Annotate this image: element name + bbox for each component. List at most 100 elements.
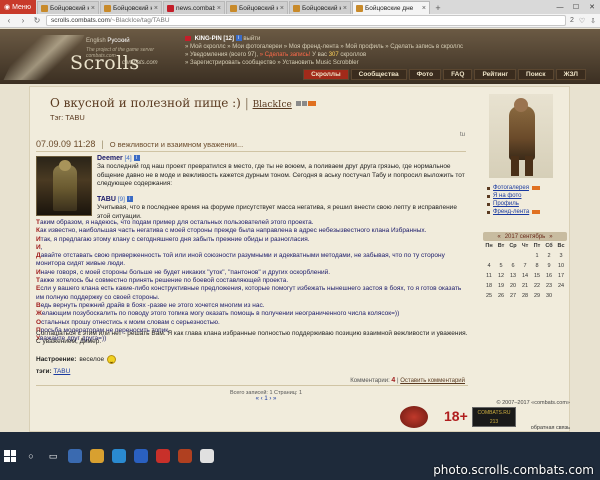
language-switcher: English Русский (86, 38, 130, 44)
quoted-line: Иначе говоря, с моей стороны больше не б… (36, 269, 468, 277)
tag-link[interactable]: TABU (53, 368, 70, 375)
notification-badge[interactable]: 2 (570, 17, 574, 24)
page-links[interactable]: « ‹ 1 › » (226, 396, 306, 402)
folder-icon[interactable] (90, 449, 104, 463)
logout-link[interactable]: выйти (243, 36, 260, 42)
translit-toggle[interactable]: tu (460, 132, 465, 138)
close-tab-icon[interactable]: × (280, 5, 284, 12)
store-icon[interactable] (112, 449, 126, 463)
favicon-icon (356, 4, 363, 12)
maximize-icon[interactable]: ☐ (568, 0, 584, 14)
new-tab-button[interactable]: + (432, 2, 444, 14)
browser-menu-button[interactable]: ◉ Меню (0, 0, 36, 14)
calendar-day (495, 253, 507, 259)
calendar-prev[interactable]: « (497, 234, 500, 240)
profile-icon[interactable] (301, 101, 307, 106)
browser-tab[interactable]: Бойцовский клуб× (100, 1, 162, 14)
register-links[interactable]: » Зарегистрировать сообщество » Установи… (185, 59, 485, 67)
user-links[interactable]: » Мой скроллс » Мои фотогалереи » Моя фр… (185, 43, 485, 51)
blog-content: О вкусной и полезной пище :) | BlackIce … (29, 86, 570, 432)
calendar-day: 11 (486, 273, 492, 279)
opera-icon[interactable] (156, 449, 170, 463)
minimize-icon[interactable]: — (552, 0, 568, 14)
nav-item[interactable]: Поиск (518, 69, 554, 80)
nav-item[interactable]: Фото (408, 69, 442, 80)
quoted-author[interactable]: TABU (97, 196, 116, 203)
quoted-line: И, (36, 244, 468, 252)
info-icon[interactable] (295, 101, 301, 106)
browser-tab[interactable]: Бойцовский клуб× (289, 1, 351, 14)
close-window-icon[interactable]: ✕ (584, 0, 600, 14)
game-client-icon[interactable] (178, 449, 192, 463)
nav-item[interactable]: Скроллы (303, 69, 349, 80)
calendar: « 2017 сентябрь » Пн Вт Ср Чт Пт Сб Вс 1 2 3 4 5 6 7 8… (483, 232, 567, 299)
info-icon[interactable]: i (133, 155, 140, 162)
counter-badge[interactable]: COMBATS.RU 213 (472, 407, 516, 427)
calendar-day: 1 (535, 253, 539, 259)
close-tab-icon[interactable]: × (422, 5, 426, 12)
bullet-icon (487, 186, 490, 190)
author-avatar (36, 156, 92, 216)
line-text: наче говоря, с моей стороны больше не бу… (40, 268, 331, 276)
close-tab-icon[interactable]: × (343, 5, 347, 12)
browser-tab[interactable]: Бойцовские дне × (352, 1, 430, 14)
calendar-weekday: Сб (545, 243, 553, 249)
windows-start-icon[interactable] (4, 450, 16, 462)
lang-english[interactable]: English (86, 38, 106, 44)
tab-title: Бойцовский клуб (50, 4, 89, 12)
line-text: сли у вашего клана есть какие-либо конст… (36, 285, 462, 301)
task-view-icon[interactable]: ▭ (46, 449, 60, 463)
calendar-day (483, 253, 495, 259)
edge-icon[interactable] (68, 449, 82, 463)
document-icon[interactable] (200, 449, 214, 463)
rss-icon[interactable] (307, 101, 316, 106)
search-icon[interactable]: ○ (24, 449, 38, 463)
browser-tab[interactable]: news.combats.com× (163, 1, 225, 14)
site-logo[interactable]: English Русский The project of the game … (3, 35, 184, 80)
author-link[interactable]: BlackIce (253, 100, 292, 110)
leave-comment-link[interactable]: Оставить комментарий (400, 378, 465, 384)
opera-logo-icon: ◉ (4, 4, 11, 11)
reload-icon[interactable]: ↻ (32, 16, 42, 25)
forward-icon[interactable]: › (18, 16, 28, 25)
browser-tab[interactable]: Бойцовский клуб× (226, 1, 288, 14)
bookmark-heart-icon[interactable]: ♡ (579, 17, 585, 25)
calendar-day: 28 (521, 293, 529, 299)
lang-russian[interactable]: Русский (107, 38, 129, 44)
favicon-icon (293, 4, 300, 12)
username[interactable]: KING-PIN [12] (195, 36, 234, 42)
pagination: Всего записей: 1 Страниц: 1 « ‹ 1 › » (226, 390, 306, 402)
calendar-day: 10 (557, 263, 565, 269)
post-intro: Deemer [4] i За последний год наш проект… (97, 155, 469, 221)
close-tab-icon[interactable]: × (217, 5, 221, 12)
nav-item[interactable]: Рейтинг (474, 69, 517, 80)
favicon-icon (41, 4, 48, 12)
url-input[interactable]: scrolls.combats.com/~BlackIce/tag/TABU (46, 15, 566, 26)
sidebar-link-item: Френд-лента (487, 208, 567, 216)
close-tab-icon[interactable]: × (154, 5, 158, 12)
quote-author[interactable]: Deemer (97, 155, 123, 162)
calendar-next[interactable]: » (549, 234, 552, 240)
wax-seal-icon (400, 406, 428, 428)
info-icon[interactable]: i (235, 35, 242, 42)
nav-item[interactable]: Сообщества (350, 69, 407, 80)
mail-icon[interactable] (134, 449, 148, 463)
nav-item[interactable]: ЖЗЛ (555, 69, 586, 80)
nav-item[interactable]: FAQ (443, 69, 473, 80)
calendar-day: 16 (545, 273, 553, 279)
calendar-day: 20 (509, 283, 517, 289)
close-tab-icon[interactable]: × (91, 5, 95, 12)
sidebar-link[interactable]: Я на фото (493, 192, 521, 200)
comments-count[interactable]: 4 (391, 377, 395, 384)
back-icon[interactable]: ‹ (4, 16, 14, 25)
download-icon[interactable]: ⇩ (590, 17, 596, 25)
sidebar-link[interactable]: Профиль (493, 200, 519, 208)
sidebar-link[interactable]: Френд-лента (493, 208, 529, 216)
browser-tab[interactable]: Бойцовский клуб× (37, 1, 99, 14)
calendar-day: 22 (533, 283, 541, 289)
calendar-title: 2017 сентябрь (504, 233, 546, 240)
sidebar-link[interactable]: Фотогалерея (493, 184, 529, 192)
feedback-link[interactable]: обратная связь (531, 425, 570, 431)
post-topic[interactable]: О вежливости и взаимном уважении... (110, 140, 243, 149)
info-icon[interactable]: i (126, 196, 133, 203)
